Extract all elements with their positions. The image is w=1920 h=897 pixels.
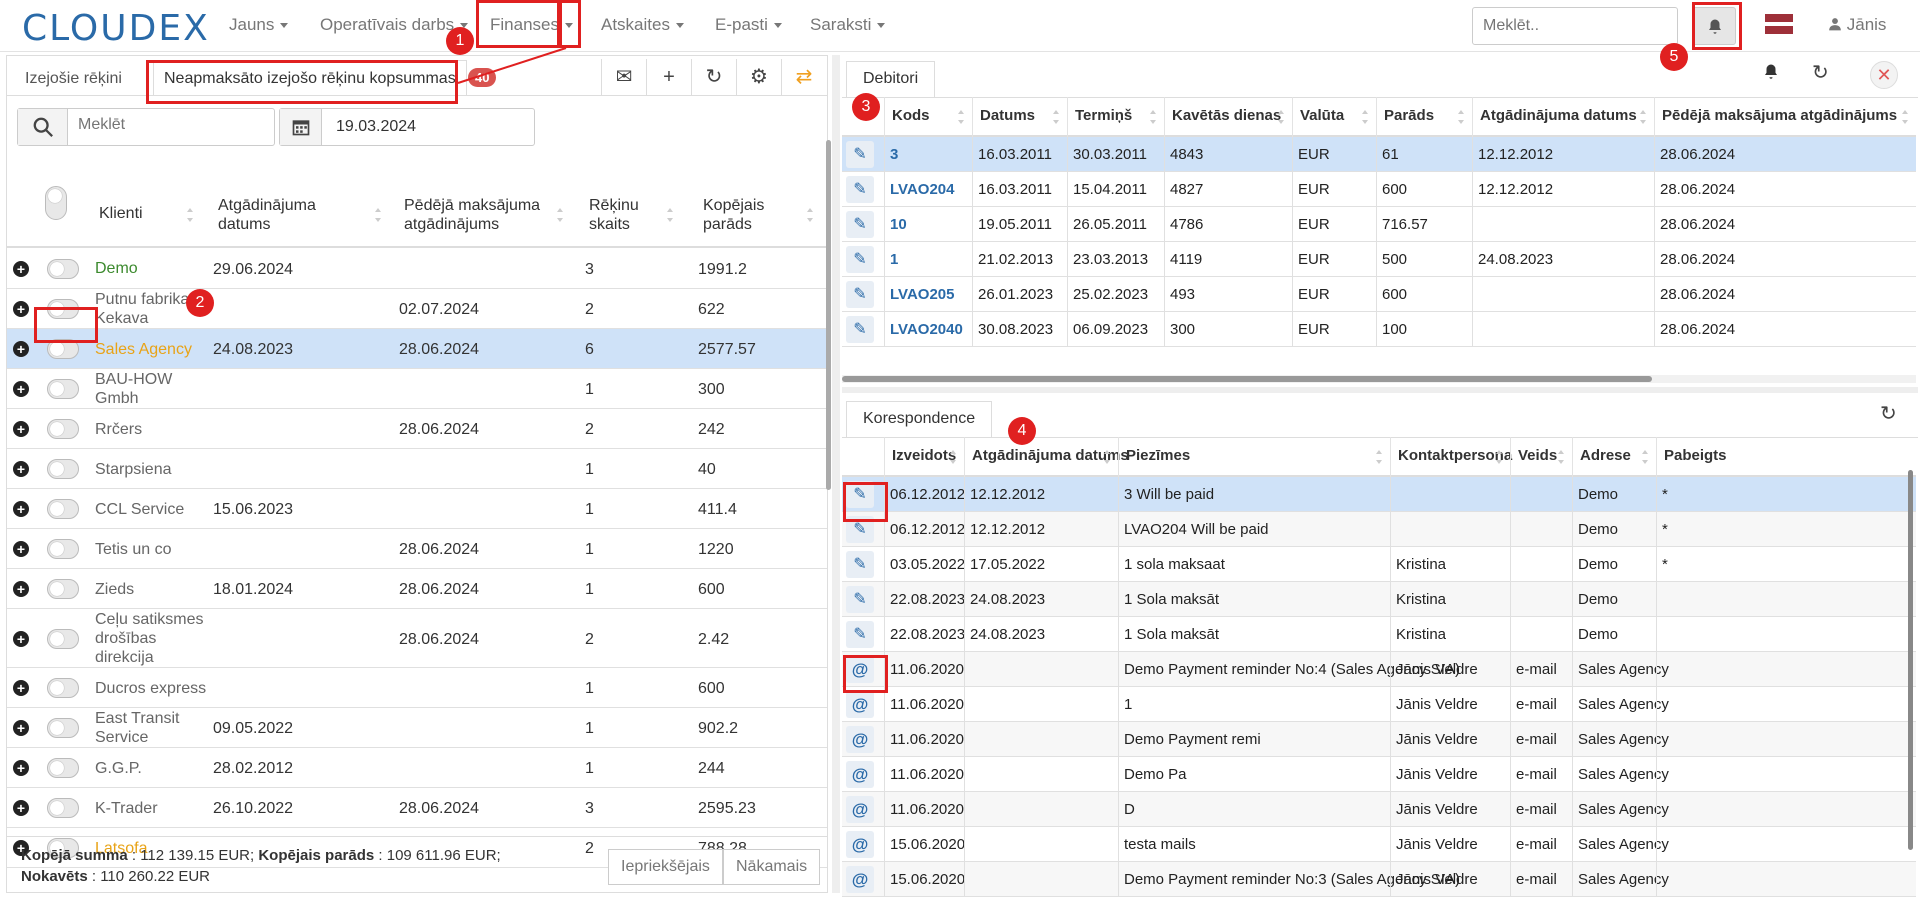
callout-badge-3: 3 bbox=[852, 93, 880, 121]
callout-badge-5: 5 bbox=[1660, 43, 1688, 71]
callout-badge-4: 4 bbox=[1008, 417, 1036, 445]
callout-badge-2: 2 bbox=[186, 289, 214, 317]
callout-connector bbox=[457, 47, 567, 84]
callout-badge-1: 1 bbox=[446, 27, 474, 55]
